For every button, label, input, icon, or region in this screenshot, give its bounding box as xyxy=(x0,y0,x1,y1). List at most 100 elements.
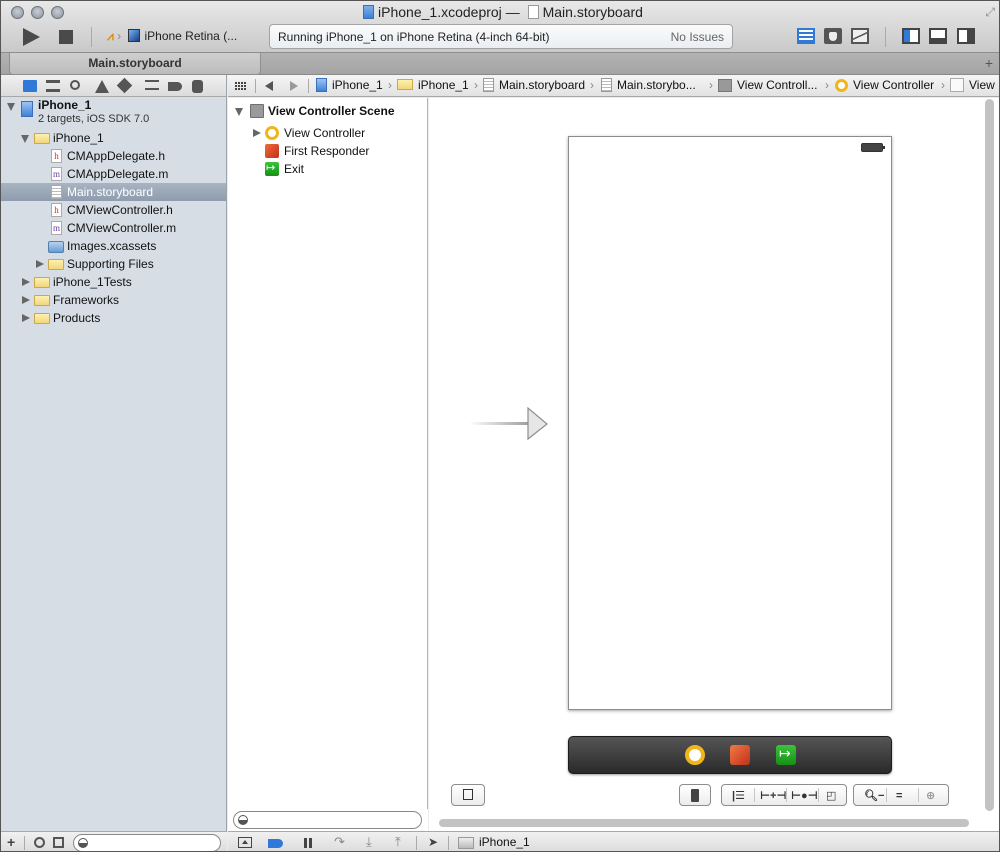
zoom-actual-size-button[interactable]: = xyxy=(896,790,902,802)
tab-main-storyboard[interactable]: Main.storyboard xyxy=(9,53,261,75)
issue-navigator-icon[interactable] xyxy=(95,80,109,93)
disclosure-closed-icon[interactable] xyxy=(22,314,30,322)
tree-item-file[interactable]: h CMAppDelegate.h xyxy=(1,147,226,165)
tree-item-folder[interactable]: iPhone_1 xyxy=(1,129,226,147)
breadcrumb-view[interactable]: View xyxy=(950,78,995,92)
step-over-button[interactable]: ↷ xyxy=(334,834,345,850)
hide-debug-area-button[interactable] xyxy=(238,837,252,848)
toggle-debug-area-button[interactable] xyxy=(929,28,947,44)
breadcrumb-project[interactable]: iPhone_1 xyxy=(316,78,383,92)
breadcrumb-file[interactable]: Main.storyboard xyxy=(483,78,585,92)
device-icon xyxy=(458,837,474,849)
disclosure-open-icon[interactable] xyxy=(21,135,29,143)
arrow-head xyxy=(527,406,548,441)
tree-item-label: Supporting Files xyxy=(67,257,154,271)
tree-item-folder[interactable]: Supporting Files xyxy=(1,255,226,273)
disclosure-closed-icon[interactable] xyxy=(22,296,30,304)
run-button[interactable] xyxy=(23,28,40,46)
stop-button[interactable] xyxy=(59,30,73,44)
breadcrumb-view-controller[interactable]: View Controller xyxy=(835,78,934,92)
add-file-button[interactable]: + xyxy=(7,834,15,850)
step-into-button[interactable]: ⤓ xyxy=(366,834,372,850)
fullscreen-icon[interactable]: ⤢ xyxy=(985,5,995,20)
scheme-selector[interactable]: ⩘ › iPhone Retina (... xyxy=(107,29,237,44)
tree-item-file[interactable]: h CMViewController.h xyxy=(1,201,226,219)
step-out-button[interactable]: ⤒ xyxy=(395,834,401,850)
pin-button[interactable]: ⊢+⊣ xyxy=(760,790,787,802)
outline-item[interactable]: View Controller xyxy=(228,124,427,142)
resizing-behavior-button[interactable]: ◰ xyxy=(826,790,836,802)
disclosure-closed-icon[interactable] xyxy=(36,260,44,268)
breadcrumb-group[interactable]: iPhone_1 xyxy=(397,78,469,92)
outline-item[interactable]: First Responder xyxy=(228,142,427,160)
recent-files-filter-icon[interactable] xyxy=(34,837,45,848)
symbol-navigator-icon[interactable] xyxy=(46,80,60,92)
project-navigator-icon[interactable] xyxy=(23,80,37,92)
resolve-autolayout-button[interactable]: ⊢●⊣ xyxy=(791,790,818,802)
toolbar: iPhone_1.xcodeproj — Main.storyboard ⤢ ⩘… xyxy=(1,1,999,53)
toggle-utilities-button[interactable] xyxy=(957,28,975,44)
standard-editor-button[interactable] xyxy=(797,28,815,44)
tree-item-file[interactable]: m CMViewController.m xyxy=(1,219,226,237)
related-items-icon[interactable] xyxy=(235,81,246,90)
outline-filter-input[interactable] xyxy=(252,813,415,827)
zoom-in-button[interactable]: ⊕ xyxy=(926,790,935,802)
debug-process-label[interactable]: iPhone_1 xyxy=(479,835,530,849)
breakpoints-toggle-button[interactable] xyxy=(268,839,283,848)
breadcrumb-file-variant[interactable]: Main.storybo... xyxy=(601,78,696,92)
zoom-out-button[interactable]: 🔍︎− xyxy=(864,790,884,802)
tree-item-folder[interactable]: iPhone_1Tests xyxy=(1,273,226,291)
view-controller-icon[interactable] xyxy=(685,745,705,765)
first-responder-icon[interactable] xyxy=(730,745,750,765)
breadcrumb-label: View xyxy=(969,78,995,92)
simulate-location-button[interactable]: ➤ xyxy=(428,835,438,849)
tree-item-file-selected[interactable]: Main.storyboard xyxy=(1,183,226,201)
initial-view-controller-arrow[interactable] xyxy=(469,406,549,442)
toggle-navigator-button[interactable] xyxy=(902,28,920,44)
document-outline: View Controller Scene View Controller Fi… xyxy=(228,98,428,831)
header-file-icon: h xyxy=(51,149,62,163)
exit-icon xyxy=(265,159,279,177)
view-controller-scene[interactable] xyxy=(568,136,892,710)
breakpoint-navigator-icon[interactable] xyxy=(168,82,182,91)
add-tab-button[interactable]: + xyxy=(985,55,993,71)
tree-item-label: CMAppDelegate.m xyxy=(67,167,169,181)
storyboard-canvas[interactable]: |☰ ⊢+⊣ ⊢●⊣ ◰ 🔍︎− = ⊕ xyxy=(429,98,999,831)
find-navigator-icon[interactable] xyxy=(70,80,80,90)
battery-icon xyxy=(861,143,885,152)
test-navigator-icon[interactable] xyxy=(116,77,133,94)
back-button[interactable] xyxy=(265,81,273,91)
disclosure-closed-icon[interactable] xyxy=(253,129,261,137)
outline-filter-field[interactable] xyxy=(233,811,422,829)
forward-button[interactable] xyxy=(290,81,298,91)
debug-navigator-icon[interactable] xyxy=(145,80,159,90)
document-name: Main.storyboard xyxy=(542,4,643,20)
asset-catalog-icon xyxy=(48,241,64,253)
horizontal-scrollbar[interactable] xyxy=(439,819,969,827)
align-button[interactable]: |☰ xyxy=(732,790,745,802)
version-editor-button[interactable] xyxy=(851,28,869,44)
tree-item-folder[interactable]: Products xyxy=(1,309,226,327)
exit-icon[interactable] xyxy=(776,745,796,765)
toolbar-divider xyxy=(91,27,92,47)
tree-item-file[interactable]: m CMAppDelegate.m xyxy=(1,165,226,183)
disclosure-open-icon[interactable] xyxy=(235,108,243,116)
hide-outline-button[interactable] xyxy=(451,784,485,806)
navigator-filter-field[interactable] xyxy=(73,834,221,851)
issues-status[interactable]: No Issues xyxy=(671,30,724,44)
vertical-scrollbar[interactable] xyxy=(985,99,994,811)
tree-item-folder[interactable]: Frameworks xyxy=(1,291,226,309)
pause-button[interactable] xyxy=(304,838,312,848)
tree-item-file[interactable]: Images.xcassets xyxy=(1,237,226,255)
project-row[interactable]: iPhone_1 2 targets, iOS SDK 7.0 xyxy=(1,97,226,129)
assistant-editor-button[interactable] xyxy=(824,28,842,44)
breadcrumb-scene[interactable]: View Controll... xyxy=(718,78,817,92)
navigator-filter-input[interactable] xyxy=(92,836,214,850)
outline-scene-row[interactable]: View Controller Scene xyxy=(228,102,427,120)
disclosure-closed-icon[interactable] xyxy=(22,278,30,286)
disclosure-open-icon[interactable] xyxy=(7,103,15,111)
log-navigator-icon[interactable] xyxy=(192,80,203,93)
outline-item[interactable]: Exit xyxy=(228,159,427,178)
source-control-filter-icon[interactable] xyxy=(53,837,64,848)
simulated-metrics-button[interactable] xyxy=(679,784,711,806)
